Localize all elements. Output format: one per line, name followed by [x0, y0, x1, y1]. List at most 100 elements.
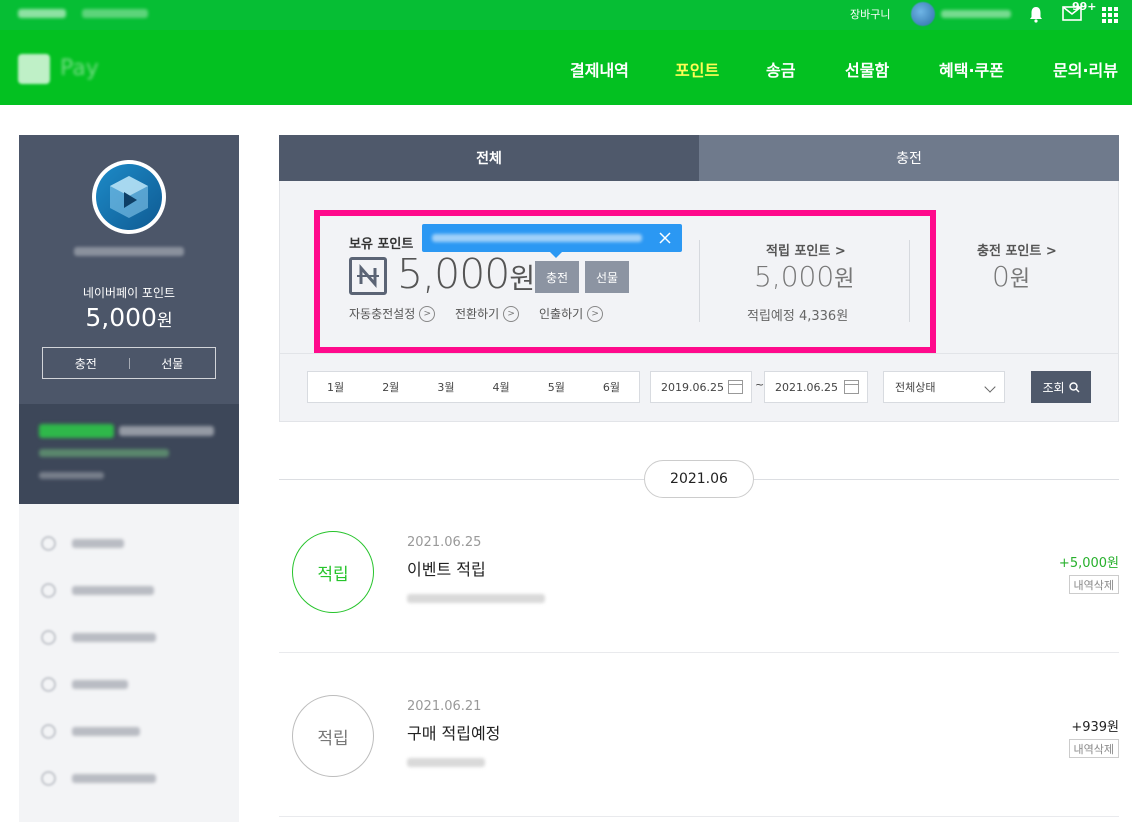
lock-icon — [41, 676, 56, 692]
nav-item-payments[interactable]: 결제내역 — [570, 57, 629, 81]
tab-all[interactable]: 전체 — [279, 135, 699, 181]
month-1-button[interactable]: 1월 — [308, 372, 363, 402]
points-label: 네이버페이 포인트 — [82, 286, 176, 300]
card-icon — [41, 629, 56, 645]
calendar-icon[interactable] — [728, 380, 743, 394]
close-icon[interactable] — [658, 231, 672, 245]
expected-earn: 적립예정 4,336원 — [747, 309, 849, 324]
month-6-button[interactable]: 6월 — [584, 372, 639, 402]
cart-link[interactable]: 장바구니 — [850, 6, 890, 22]
calendar-icon[interactable] — [844, 380, 859, 394]
status-select[interactable]: 전체상태 — [883, 371, 1005, 403]
history-title[interactable]: 이벤트 적립 — [407, 556, 486, 580]
nav-item-transfer[interactable]: 송금 — [766, 57, 795, 81]
earned-points-number: 5,000 — [754, 260, 835, 293]
points-value: 5,000원 — [19, 303, 239, 332]
month-2-button[interactable]: 2월 — [363, 372, 418, 402]
chevron-right-icon: > — [503, 305, 520, 322]
charged-points-unit: 원 — [1009, 267, 1031, 292]
tab-charge[interactable]: 충전 — [699, 135, 1119, 181]
payment-icon — [41, 582, 56, 598]
divider — [279, 816, 1119, 817]
month-header: 2021.06 — [644, 460, 754, 498]
sidebar-item-delivery[interactable] — [41, 723, 140, 739]
mail-count-badge: 99+ — [1072, 0, 1097, 13]
user-avatar[interactable] — [911, 2, 935, 26]
convert-label: 전환하기 — [455, 307, 500, 321]
search-button[interactable]: 조회 — [1031, 371, 1091, 403]
charged-points-number: 0 — [992, 260, 1010, 293]
search-button-label: 조회 — [1042, 380, 1065, 395]
earned-points-link[interactable]: 적립 포인트 > — [766, 240, 846, 259]
status-select-value: 전체상태 — [895, 381, 936, 394]
gift-button[interactable]: 선물 — [585, 261, 629, 293]
settings-icon — [41, 535, 56, 551]
naver-logo[interactable] — [18, 9, 66, 18]
tooltip-arrow — [550, 252, 562, 258]
chevron-right-icon: > — [419, 305, 436, 322]
earn-badge: 적립 — [292, 531, 374, 613]
history-amount: +939원 — [1071, 720, 1119, 735]
profile-name — [74, 247, 184, 256]
sidebar-gift-button[interactable]: 선물 — [130, 355, 216, 372]
sidebar-item-payment-method[interactable] — [41, 582, 154, 598]
month-5-button[interactable]: 5월 — [529, 372, 584, 402]
pay-logo-text[interactable]: Pay — [60, 56, 99, 81]
delete-history-button[interactable]: 내역삭제 — [1068, 575, 1119, 594]
history-detail — [407, 758, 485, 767]
date-range-separator: ~ — [755, 378, 765, 391]
earned-points-unit: 원 — [834, 267, 855, 292]
end-date-field[interactable]: 2021.06.25 — [764, 371, 868, 403]
divider — [279, 652, 1119, 653]
month-3-button[interactable]: 3월 — [418, 372, 473, 402]
hold-points-value: 5,000원 — [397, 250, 535, 298]
earned-points-value: 5,000원 — [754, 260, 854, 293]
top-bar: 장바구니 99+ — [0, 0, 1132, 30]
sidebar-charge-button[interactable]: 충전 — [43, 355, 129, 372]
end-date-value: 2021.06.25 — [775, 380, 838, 394]
nav-item-points[interactable]: 포인트 — [675, 57, 719, 81]
charged-points-link[interactable]: 충전 포인트 > — [977, 240, 1057, 259]
start-date-value: 2019.06.25 — [661, 380, 724, 394]
nav-item-benefits[interactable]: 혜택·쿠폰 — [939, 57, 1004, 81]
point-tabs: 전체 충전 — [279, 135, 1119, 181]
sidebar-item-security[interactable] — [41, 676, 128, 692]
month-selector: 1월 2월 3월 4월 5월 6월 — [307, 371, 640, 403]
npay-icon — [349, 257, 387, 295]
bell-icon[interactable] — [1027, 5, 1045, 23]
charge-button[interactable]: 충전 — [535, 261, 579, 293]
refresh-icon — [41, 770, 56, 786]
user-name-menu[interactable] — [941, 10, 1011, 18]
chevron-right-icon: > — [587, 305, 604, 322]
history-title[interactable]: 구매 적립예정 — [407, 720, 500, 744]
charged-points-value: 0원 — [992, 260, 1030, 293]
sidebar-item-settings[interactable] — [41, 535, 124, 551]
convert-link[interactable]: 전환하기 > — [455, 305, 520, 322]
points-actions: 충전 선물 — [42, 347, 216, 379]
month-4-button[interactable]: 4월 — [474, 372, 529, 402]
hold-points-number: 5,000 — [397, 250, 510, 298]
service-link[interactable] — [82, 9, 148, 18]
history-amount: +5,000원 — [1058, 556, 1119, 571]
apps-grid-icon[interactable] — [1102, 7, 1118, 23]
tooltip-text — [432, 234, 642, 242]
npay-logo[interactable] — [18, 54, 50, 84]
history-detail — [407, 594, 545, 603]
withdraw-link[interactable]: 인출하기 > — [539, 305, 604, 322]
points-unit: 원 — [156, 311, 173, 331]
search-icon — [1068, 381, 1080, 392]
sidebar-item-subscription[interactable] — [41, 770, 156, 786]
profile-avatar[interactable] — [92, 160, 166, 234]
divider — [699, 240, 700, 322]
delete-history-button[interactable]: 내역삭제 — [1068, 739, 1119, 758]
play-cube-icon — [110, 176, 148, 218]
nav-item-giftbox[interactable]: 선물함 — [845, 57, 889, 81]
promo-banner[interactable] — [19, 404, 239, 504]
start-date-field[interactable]: 2019.06.25 — [650, 371, 752, 403]
sidebar-item-card[interactable] — [41, 629, 156, 645]
history-date: 2021.06.21 — [407, 699, 482, 714]
delivery-icon — [41, 723, 56, 739]
nav-item-support[interactable]: 문의·리뷰 — [1053, 57, 1118, 81]
auto-charge-link[interactable]: 자동충전설정 > — [349, 305, 436, 322]
history-date: 2021.06.25 — [407, 535, 482, 550]
